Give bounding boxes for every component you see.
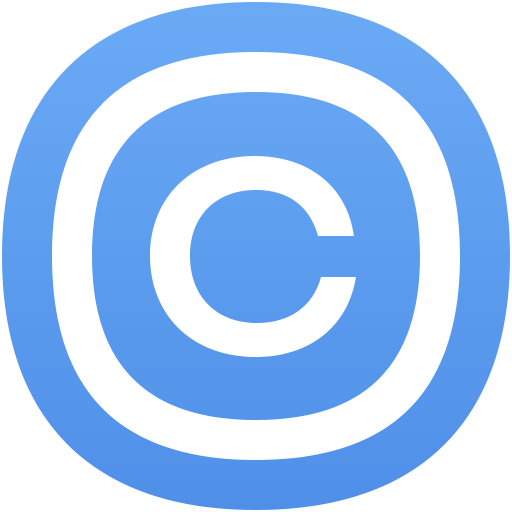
- copyright-icon: [2, 2, 510, 510]
- app-icon-canvas: [0, 0, 512, 512]
